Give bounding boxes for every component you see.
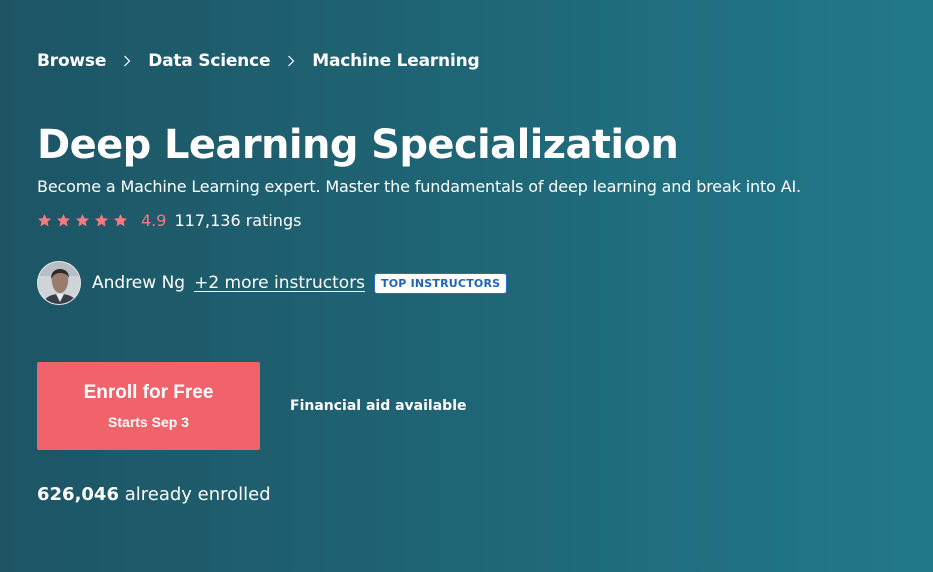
financial-aid-link[interactable]: Financial aid available: [290, 398, 466, 414]
rating-stars: [37, 213, 132, 228]
more-instructors-link[interactable]: +2 more instructors: [194, 273, 365, 293]
enroll-start-date: Starts Sep 3: [108, 414, 189, 430]
breadcrumb-machine-learning[interactable]: Machine Learning: [312, 51, 479, 71]
star-icon: [113, 213, 128, 228]
course-hero-banner: Browse Data Science Machine Learning Dee…: [0, 0, 933, 572]
enrolled-number: 626,046: [37, 484, 119, 505]
breadcrumb-browse[interactable]: Browse: [37, 51, 106, 71]
rating-count: 117,136 ratings: [174, 210, 302, 230]
breadcrumb: Browse Data Science Machine Learning: [37, 51, 480, 71]
rating-value: 4.9: [141, 210, 167, 230]
enrolled-suffix: already enrolled: [118, 484, 271, 505]
course-rating: 4.9 117,136 ratings: [37, 208, 301, 232]
instructors-row: Andrew Ng +2 more instructors TOP INSTRU…: [37, 260, 508, 306]
course-description: Become a Machine Learning expert. Master…: [37, 177, 801, 196]
breadcrumb-data-science[interactable]: Data Science: [148, 51, 270, 71]
chevron-right-icon: [284, 54, 298, 68]
top-instructors-badge: TOP INSTRUCTORS: [374, 272, 508, 294]
enrollment-count: 626,046 already enrolled: [37, 484, 271, 505]
instructor-name[interactable]: Andrew Ng: [92, 273, 185, 293]
star-icon: [37, 213, 52, 228]
page-title: Deep Learning Specialization: [37, 122, 679, 168]
instructor-avatar[interactable]: [37, 261, 81, 305]
enroll-button-label: Enroll for Free: [83, 382, 214, 403]
enroll-button[interactable]: Enroll for Free Starts Sep 3: [37, 362, 260, 450]
star-icon: [75, 213, 90, 228]
star-icon: [56, 213, 71, 228]
chevron-right-icon: [120, 54, 134, 68]
star-icon: [94, 213, 109, 228]
